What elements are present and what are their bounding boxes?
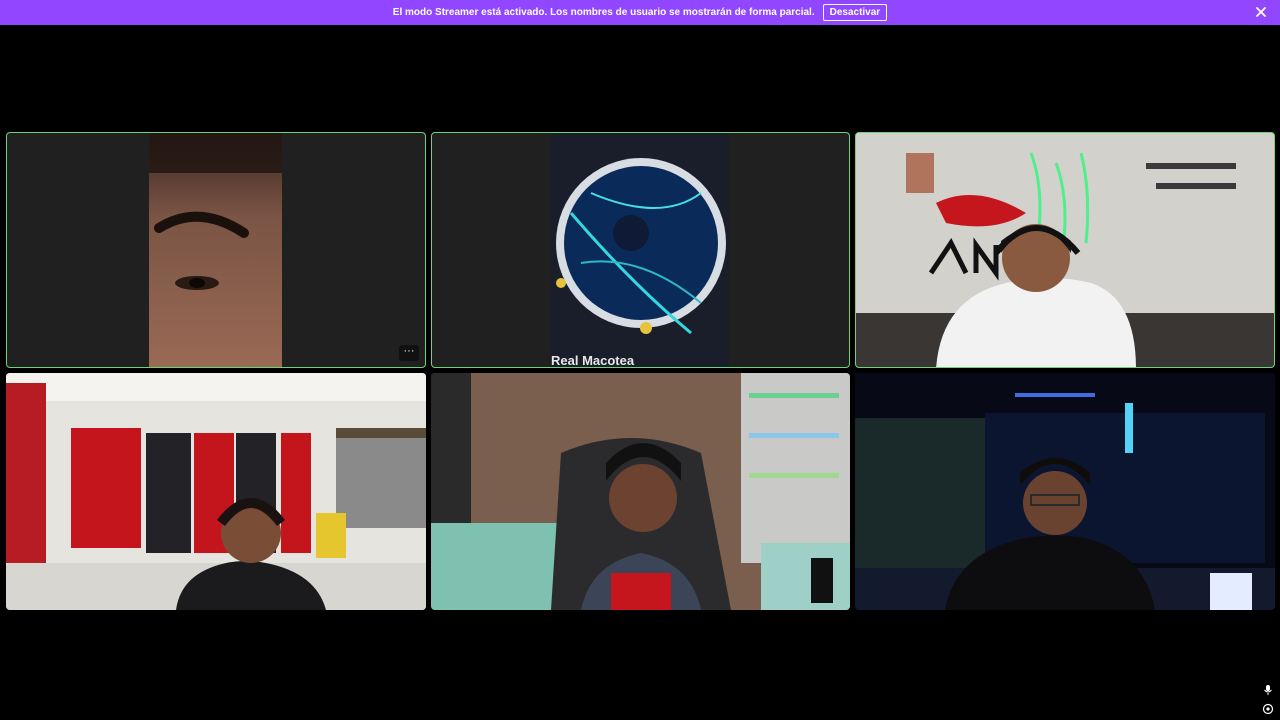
- video-tile-5[interactable]: [431, 373, 850, 610]
- microphone-icon[interactable]: [1262, 684, 1274, 696]
- deactivate-button[interactable]: Desactivar: [822, 4, 888, 21]
- video-tile-3[interactable]: [855, 132, 1275, 368]
- participant-video: [856, 133, 1274, 367]
- more-options-button[interactable]: ···: [399, 345, 419, 361]
- video-tile-4[interactable]: [6, 373, 426, 610]
- close-icon[interactable]: [1254, 5, 1268, 19]
- participant-video: [431, 373, 850, 610]
- participant-video: [149, 133, 282, 367]
- stream-overlay-name: Real Macotea: [551, 353, 635, 368]
- streamer-mode-message: El modo Streamer está activado. Los nomb…: [392, 7, 815, 18]
- video-tile-2[interactable]: Real Macotea: [431, 132, 850, 368]
- streamer-mode-banner: El modo Streamer está activado. Los nomb…: [0, 0, 1280, 25]
- target-icon[interactable]: [1262, 703, 1274, 715]
- participant-video: Real Macotea: [551, 133, 729, 368]
- participant-video: [855, 373, 1275, 610]
- video-tile-6[interactable]: [855, 373, 1275, 610]
- participant-video: [6, 373, 426, 610]
- video-tile-1[interactable]: ···: [6, 132, 426, 368]
